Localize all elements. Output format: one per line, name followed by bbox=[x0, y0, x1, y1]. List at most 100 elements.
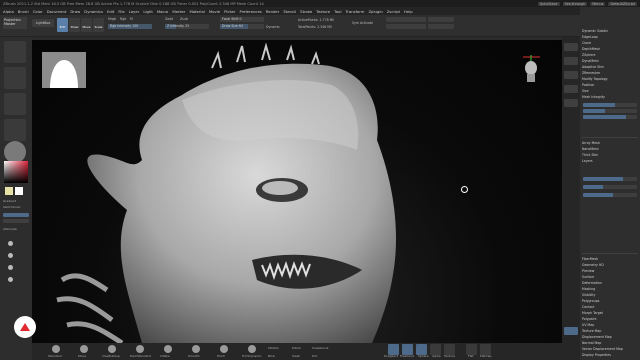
mrgb-button[interactable]: Mrgb bbox=[108, 17, 116, 21]
scale-mode-button[interactable]: Scale bbox=[93, 18, 104, 32]
stroke-dot-label[interactable]: Dot bbox=[312, 354, 317, 358]
menu-zplugin[interactable]: Zplugin bbox=[368, 9, 382, 14]
right-shelf-actual[interactable] bbox=[564, 99, 578, 107]
layer-slider-2[interactable] bbox=[583, 185, 637, 189]
switchcolor-label[interactable]: SwitchColor bbox=[3, 205, 21, 209]
see-through-button[interactable]: See-through bbox=[562, 1, 588, 6]
shelf-dot-1[interactable] bbox=[8, 241, 13, 246]
move-mode-button[interactable]: Move bbox=[81, 18, 92, 32]
menu-texture[interactable]: Texture bbox=[316, 9, 330, 14]
right-shelf-bpr[interactable] bbox=[564, 43, 578, 51]
material-thumbnail[interactable] bbox=[4, 141, 26, 163]
tool-item-contact[interactable]: Contact bbox=[582, 305, 594, 309]
tool-item-depthmesh[interactable]: DepthMesh bbox=[582, 47, 600, 51]
layer-slider-1[interactable] bbox=[583, 177, 637, 181]
tool-item-thick-skin[interactable]: Thick Skin bbox=[582, 153, 598, 157]
tool-item-surface[interactable]: Surface bbox=[582, 275, 594, 279]
brush-inflate-icon[interactable] bbox=[164, 345, 172, 353]
tool-item-morph-target[interactable]: Morph Target bbox=[582, 311, 603, 315]
menu-file[interactable]: File bbox=[118, 9, 124, 14]
tool-item-zsphere[interactable]: ZSphere bbox=[582, 53, 595, 57]
edit-mode-button[interactable]: Edit bbox=[57, 18, 68, 32]
menu-stencil[interactable]: Stencil bbox=[283, 9, 296, 14]
zadd-button[interactable]: Zadd bbox=[165, 17, 173, 21]
focal-shift-slider[interactable]: Focal Shift 0 bbox=[220, 17, 264, 22]
right-shelf-spix[interactable] bbox=[564, 57, 578, 65]
viewport-canvas[interactable] bbox=[32, 40, 562, 343]
lightbox-button[interactable]: LightBox bbox=[32, 19, 54, 27]
brush-polish-label[interactable]: Polish bbox=[292, 346, 301, 350]
tool-item-dynamesh[interactable]: DynaMesh bbox=[582, 59, 599, 63]
brush-blob-label[interactable]: Blob bbox=[268, 354, 275, 358]
tool-item-masking[interactable]: Masking bbox=[582, 287, 595, 291]
right-shelf-zoom[interactable] bbox=[564, 85, 578, 93]
tool-item-preview[interactable]: Preview bbox=[582, 269, 594, 273]
secondary-color-swatch[interactable] bbox=[15, 187, 23, 195]
brush-pinch-icon[interactable] bbox=[220, 345, 228, 353]
tool-item-visibility[interactable]: Visibility bbox=[582, 293, 595, 297]
menu-document[interactable]: Document bbox=[47, 9, 67, 14]
menu-color[interactable]: Color bbox=[33, 9, 43, 14]
color-picker[interactable] bbox=[4, 161, 28, 183]
brush-hpolish-label[interactable]: hPolish bbox=[268, 346, 279, 350]
texture-thumbnail[interactable] bbox=[4, 119, 26, 141]
menu-movie[interactable]: Movie bbox=[209, 9, 220, 14]
z-intensity-slider[interactable]: Z Intensity 25 bbox=[165, 24, 209, 29]
menu-tool[interactable]: Tool bbox=[334, 9, 341, 14]
menu-zscript[interactable]: Zscript bbox=[387, 9, 400, 14]
tool-item-normal-map[interactable]: Normal Map bbox=[582, 341, 601, 345]
menus-button[interactable]: Menus bbox=[590, 1, 606, 6]
menu-transform[interactable]: Transform bbox=[346, 9, 365, 14]
sym-option-2[interactable] bbox=[428, 24, 454, 29]
layer-slider-3[interactable] bbox=[583, 193, 637, 197]
quicksave-button[interactable]: QuickSave bbox=[537, 1, 560, 6]
default-zscript-button[interactable]: DefaultZScript bbox=[608, 1, 637, 6]
alpha-thumbnail[interactable] bbox=[4, 93, 26, 115]
alternate-label[interactable]: Alternate bbox=[3, 227, 17, 231]
brush-slash-label[interactable]: Slash bbox=[292, 354, 300, 358]
projection-master-button[interactable]: Projection Master bbox=[3, 17, 27, 29]
tool-item-clone[interactable]: Clone bbox=[582, 41, 591, 45]
brush-move-icon[interactable] bbox=[80, 345, 88, 353]
brush-thumbnail[interactable] bbox=[4, 41, 26, 63]
tool-item-geometry-hd[interactable]: Geometry HD bbox=[582, 263, 604, 267]
shelf-toggle-1[interactable] bbox=[3, 213, 29, 217]
sym-option-1[interactable] bbox=[428, 17, 454, 22]
brush-standard-icon[interactable] bbox=[52, 345, 60, 353]
menu-stroke[interactable]: Stroke bbox=[300, 9, 312, 14]
lower-res-slider[interactable] bbox=[583, 109, 637, 113]
gradient-label[interactable]: Gradient bbox=[3, 199, 16, 203]
m-button[interactable]: M bbox=[130, 17, 133, 21]
shelf-dot-2[interactable] bbox=[8, 253, 13, 258]
rgb-intensity-slider[interactable]: Rgb Intensity 100 bbox=[108, 24, 152, 29]
menu-layer[interactable]: Layer bbox=[129, 9, 140, 14]
tool-item-size[interactable]: Size bbox=[582, 89, 589, 93]
menu-preferences[interactable]: Preferences bbox=[239, 9, 261, 14]
tool-item-array-mesh[interactable]: Array Mesh bbox=[582, 141, 600, 145]
menu-edit[interactable]: Edit bbox=[107, 9, 114, 14]
brush-claybuildup-icon[interactable] bbox=[108, 345, 116, 353]
tool-item-adaptive-skin[interactable]: Adaptive Skin bbox=[582, 65, 604, 69]
tool-item-texture-map[interactable]: Texture Map bbox=[582, 329, 601, 333]
dynamic-toggle[interactable]: Dynamic bbox=[266, 25, 280, 29]
tool-item-uv-map[interactable]: UV Map bbox=[582, 323, 594, 327]
brush-snakehook-label[interactable]: Snakehook bbox=[312, 346, 328, 350]
menu-brush[interactable]: Brush bbox=[18, 9, 29, 14]
tool-item-vector-displacement-map[interactable]: Vector Displacement Map bbox=[582, 347, 623, 351]
menu-picker[interactable]: Picker bbox=[224, 9, 235, 14]
tool-item-zremesher[interactable]: ZRemesher bbox=[582, 71, 600, 75]
menu-light[interactable]: Light bbox=[143, 9, 152, 14]
menu-material[interactable]: Material bbox=[189, 9, 204, 14]
tool-item-modify-topology[interactable]: Modify Topology bbox=[582, 77, 608, 81]
rgb-button[interactable]: Rgb bbox=[120, 17, 126, 21]
symmetry-slider[interactable] bbox=[386, 17, 426, 22]
menu-help[interactable]: Help bbox=[404, 9, 413, 14]
tool-item-layers[interactable]: Layers bbox=[582, 159, 593, 163]
tool-item-displacement-map[interactable]: Displacement Map bbox=[582, 335, 612, 339]
shelf-dot-4[interactable] bbox=[8, 277, 13, 282]
zsub-button[interactable]: Zsub bbox=[180, 17, 188, 21]
tool-item-position[interactable]: Position bbox=[582, 83, 594, 87]
tool-item-display-properties[interactable]: Display Properties bbox=[582, 353, 611, 357]
tool-item-deformation[interactable]: Deformation bbox=[582, 281, 602, 285]
draw-size-slider[interactable]: Draw Size 64 bbox=[220, 24, 264, 29]
